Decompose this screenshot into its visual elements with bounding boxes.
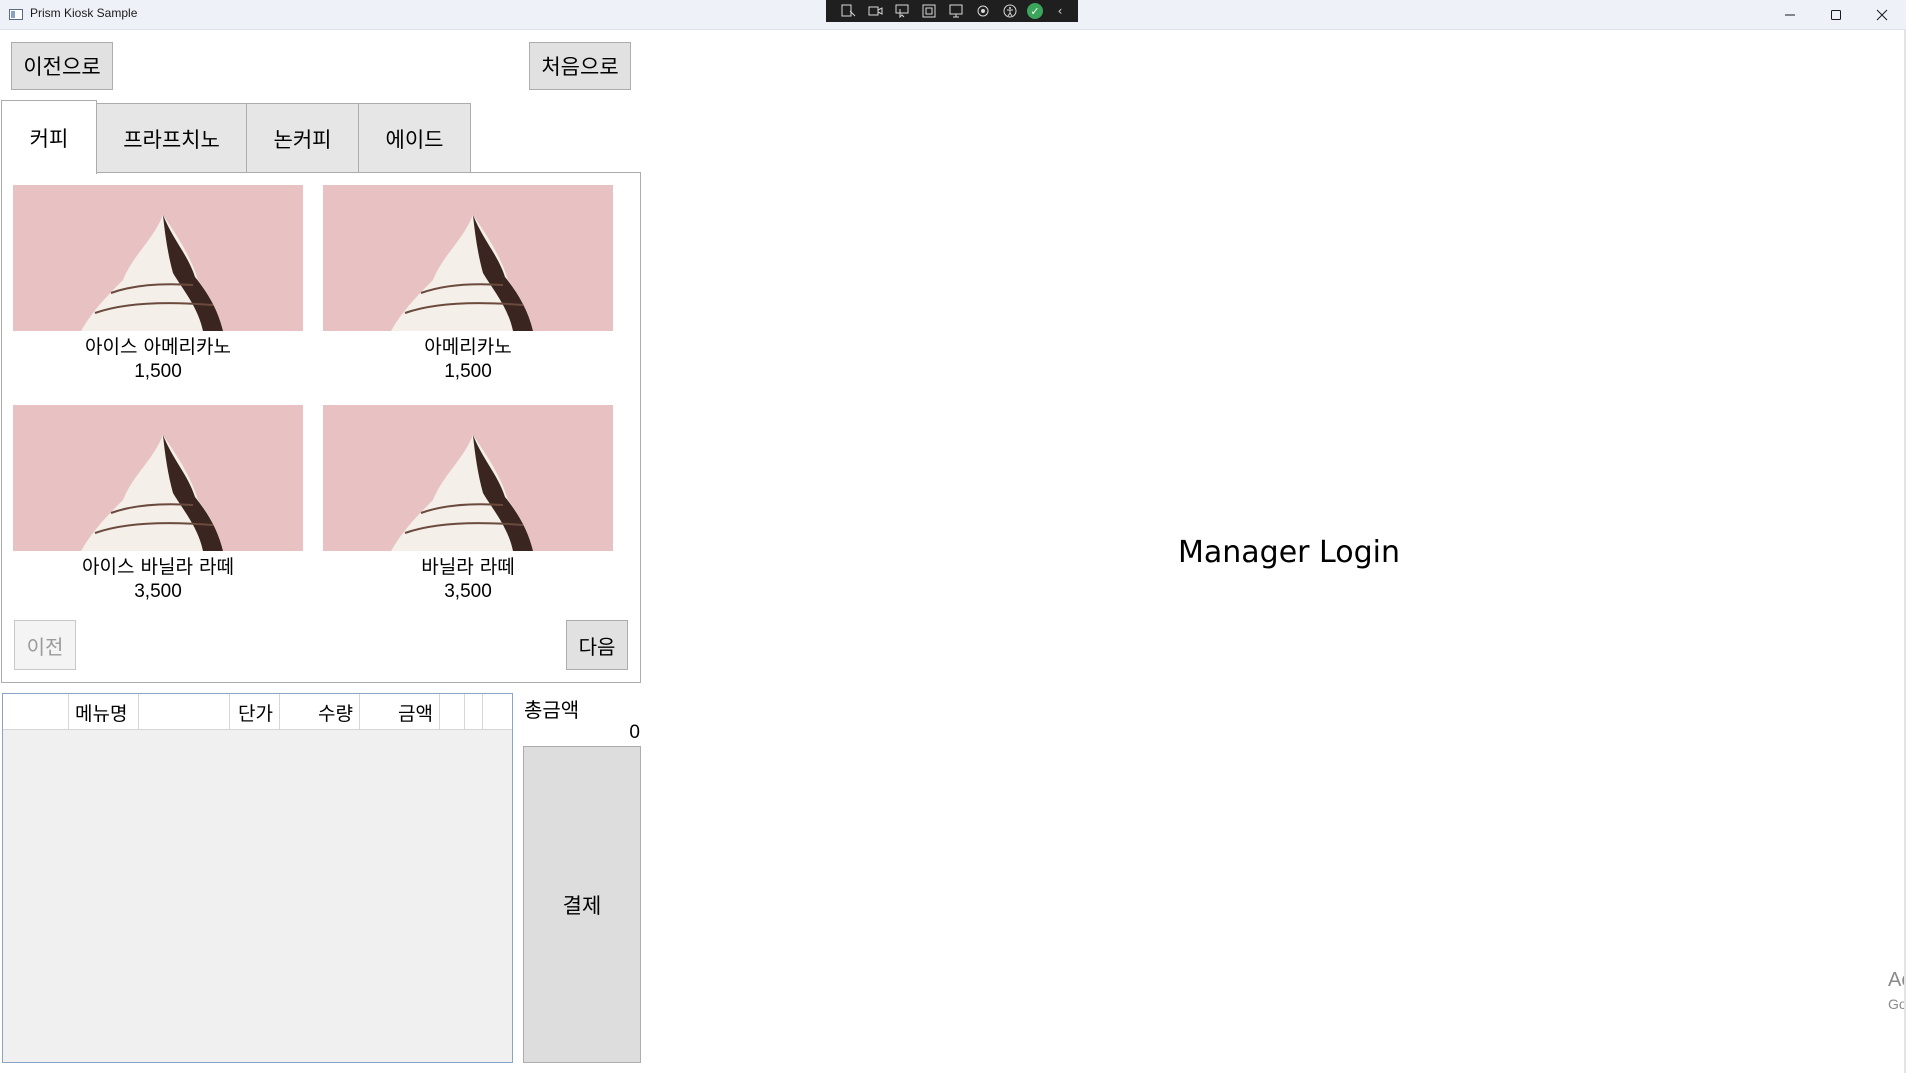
home-button[interactable]: 처음으로 xyxy=(529,42,631,90)
product-price: 3,500 xyxy=(134,581,182,602)
total-label: 총금액 xyxy=(524,698,580,722)
product-image xyxy=(323,405,613,551)
product-image xyxy=(323,185,613,331)
product-price: 3,500 xyxy=(444,581,492,602)
product-name: 아이스 아메리카노 xyxy=(85,336,231,358)
product-card[interactable]: 바닐라 라떼 3,500 xyxy=(323,405,613,605)
page-prev-button[interactable]: 이전 xyxy=(14,620,76,670)
tab-coffee[interactable]: 커피 xyxy=(1,100,97,174)
live-visual-tree-icon[interactable] xyxy=(838,3,858,19)
column-header-quantity[interactable]: 수량 xyxy=(280,694,360,730)
back-button[interactable]: 이전으로 xyxy=(11,42,113,90)
column-header-unit-price[interactable]: 단가 xyxy=(230,694,280,730)
column-header-amount[interactable]: 금액 xyxy=(360,694,440,730)
column-header-extra xyxy=(465,694,483,730)
product-card[interactable]: 아이스 바닐라 라떼 3,500 xyxy=(13,405,303,605)
hot-reload-icon[interactable] xyxy=(973,3,993,19)
maximize-icon xyxy=(1831,10,1841,20)
tab-frappuccino[interactable]: 프라프치노 xyxy=(96,103,247,173)
display-layout-adorners-icon[interactable] xyxy=(919,3,939,19)
select-element-icon[interactable] xyxy=(892,3,912,19)
track-focus-icon[interactable] xyxy=(946,3,966,19)
xaml-debug-toolbar: ✓ ‹ xyxy=(826,0,1078,22)
video-camera-icon[interactable] xyxy=(865,3,885,19)
check-status-icon[interactable]: ✓ xyxy=(1027,3,1043,19)
product-name: 아이스 바닐라 라떼 xyxy=(82,556,234,578)
page-next-button[interactable]: 다음 xyxy=(566,620,628,670)
minimize-button[interactable] xyxy=(1767,0,1813,30)
order-grid-header: 메뉴명 단가 수량 금액 xyxy=(3,694,512,730)
app-icon xyxy=(9,9,23,20)
pay-button[interactable]: 결제 xyxy=(523,746,641,1063)
product-name: 바닐라 라떼 xyxy=(421,556,515,578)
product-name: 아메리카노 xyxy=(424,336,512,358)
row-header-column xyxy=(3,694,69,730)
manager-login-label[interactable]: Manager Login xyxy=(1178,535,1400,570)
tab-ade[interactable]: 에이드 xyxy=(358,103,471,173)
accessibility-icon[interactable] xyxy=(1000,3,1020,19)
product-card[interactable]: 아메리카노 1,500 xyxy=(323,185,613,385)
product-price: 1,500 xyxy=(134,361,182,382)
collapse-chevron-icon[interactable]: ‹ xyxy=(1050,3,1070,19)
order-grid[interactable]: 메뉴명 단가 수량 금액 xyxy=(2,693,513,1063)
minimize-icon xyxy=(1785,14,1795,16)
close-button[interactable] xyxy=(1859,0,1905,30)
close-icon xyxy=(1876,9,1888,21)
window-titlebar: Prism Kiosk Sample ✓ ‹ xyxy=(0,0,1906,30)
column-header-spacer xyxy=(139,694,230,730)
product-image xyxy=(13,405,303,551)
total-value: 0 xyxy=(629,722,640,743)
column-header-extra xyxy=(440,694,465,730)
product-price: 1,500 xyxy=(444,361,492,382)
tab-non-coffee[interactable]: 논커피 xyxy=(246,103,359,173)
product-card[interactable]: 아이스 아메리카노 1,500 xyxy=(13,185,303,385)
column-header-menu-name[interactable]: 메뉴명 xyxy=(69,694,139,730)
maximize-button[interactable] xyxy=(1813,0,1859,30)
window-title: Prism Kiosk Sample xyxy=(30,6,138,20)
product-image xyxy=(13,185,303,331)
